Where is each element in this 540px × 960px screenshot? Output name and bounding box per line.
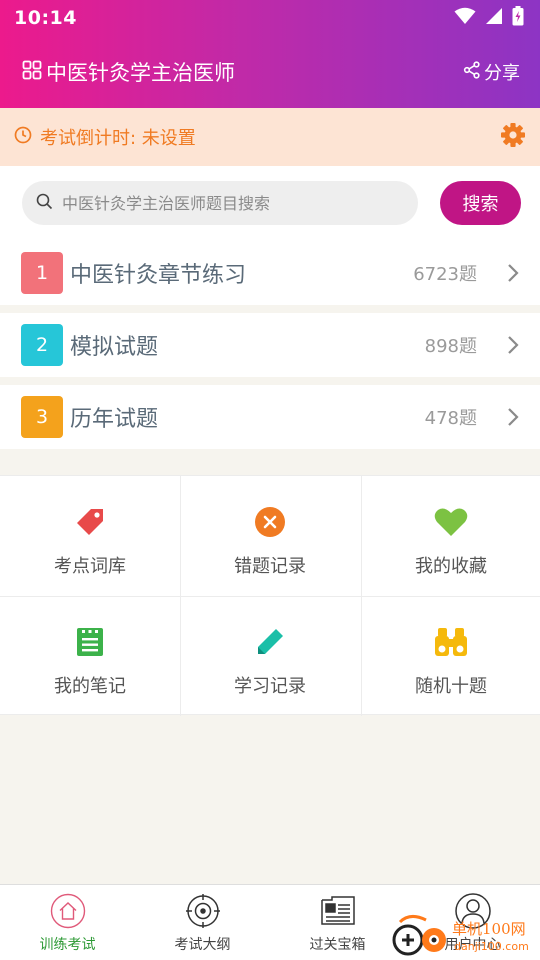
cell-signal-icon bbox=[485, 7, 503, 29]
search-area: 搜索 bbox=[0, 166, 540, 241]
search-icon bbox=[36, 193, 53, 214]
close-circle-icon bbox=[252, 504, 288, 540]
title-row: 中医针灸学主治医师 分享 bbox=[0, 50, 540, 94]
category-name: 中医针灸章节练习 bbox=[70, 263, 247, 288]
grid-item-label: 考点词库 bbox=[54, 556, 126, 577]
category-name: 模拟试题 bbox=[70, 335, 159, 360]
search-input[interactable] bbox=[62, 193, 392, 213]
home-icon bbox=[50, 893, 86, 929]
category-number-badge: 2 bbox=[21, 324, 63, 366]
status-icons bbox=[454, 6, 524, 30]
notebook-icon bbox=[72, 624, 108, 660]
settings-gear-icon[interactable] bbox=[500, 122, 526, 152]
category-count: 6723题 bbox=[413, 264, 477, 285]
category-count: 478题 bbox=[424, 408, 477, 429]
category-item-chapter-practice[interactable]: 1 中医针灸章节练习 6723题 bbox=[0, 241, 540, 305]
watermark-url: danji100.com bbox=[454, 940, 529, 953]
category-count: 898题 bbox=[424, 336, 477, 357]
chevron-right-icon bbox=[506, 406, 520, 428]
share-label: 分享 bbox=[484, 63, 520, 84]
title-switcher[interactable]: 中医针灸学主治医师 bbox=[22, 57, 235, 87]
grid-item-label: 错题记录 bbox=[234, 556, 306, 577]
category-number-badge: 1 bbox=[21, 252, 63, 294]
tab-label: 考试大纲 bbox=[174, 937, 231, 953]
category-name: 历年试题 bbox=[70, 407, 159, 432]
grid-menu-icon[interactable] bbox=[22, 60, 42, 84]
chevron-right-icon bbox=[506, 334, 520, 356]
search-box[interactable] bbox=[22, 181, 418, 225]
share-icon bbox=[463, 60, 481, 84]
grid-item-label: 我的收藏 bbox=[415, 556, 487, 577]
app-header: 10:14 中医针灸学主治医师 分享 bbox=[0, 0, 540, 108]
clock-icon bbox=[14, 126, 32, 149]
share-button[interactable]: 分享 bbox=[463, 59, 520, 85]
tab-pass-treasure[interactable]: 过关宝箱 bbox=[270, 893, 405, 957]
feature-grid: 考点词库 错题记录 我的收藏 我的笔记 学习记录 随机十题 bbox=[0, 475, 540, 716]
heart-icon bbox=[433, 504, 469, 540]
watermark-logo bbox=[390, 914, 452, 960]
tab-label: 过关宝箱 bbox=[309, 937, 366, 953]
grid-item-keypoint-glossary[interactable]: 考点词库 bbox=[0, 476, 180, 596]
page-title: 中医针灸学主治医师 bbox=[46, 61, 235, 85]
search-button[interactable]: 搜索 bbox=[440, 181, 521, 225]
grid-item-label: 随机十题 bbox=[415, 676, 487, 697]
category-item-past-exams[interactable]: 3 历年试题 478题 bbox=[0, 385, 540, 449]
newspaper-icon bbox=[320, 893, 356, 929]
pencil-icon bbox=[252, 624, 288, 660]
category-item-mock-exam[interactable]: 2 模拟试题 898题 bbox=[0, 313, 540, 377]
battery-icon bbox=[512, 6, 524, 30]
grid-item-my-notes[interactable]: 我的笔记 bbox=[0, 596, 180, 716]
chevron-right-icon bbox=[506, 262, 520, 284]
grid-item-label: 我的笔记 bbox=[54, 676, 126, 697]
wifi-icon bbox=[454, 7, 476, 29]
binoculars-icon bbox=[433, 624, 469, 660]
grid-item-random-ten[interactable]: 随机十题 bbox=[361, 596, 540, 716]
tag-icon bbox=[72, 504, 108, 540]
status-time: 10:14 bbox=[14, 7, 77, 29]
exam-countdown-bar[interactable]: 考试倒计时: 未设置 bbox=[0, 108, 540, 166]
category-number-badge: 3 bbox=[21, 396, 63, 438]
tab-exam-syllabus[interactable]: 考试大纲 bbox=[135, 893, 270, 957]
target-icon bbox=[185, 893, 221, 929]
tab-label: 训练考试 bbox=[39, 937, 96, 953]
grid-item-study-records[interactable]: 学习记录 bbox=[180, 596, 360, 716]
grid-item-wrong-answers[interactable]: 错题记录 bbox=[180, 476, 360, 596]
countdown-text: 考试倒计时: 未设置 bbox=[40, 128, 196, 149]
grid-item-label: 学习记录 bbox=[234, 676, 306, 697]
watermark: 单机100网 danji100.com bbox=[390, 912, 540, 960]
tab-training-exam[interactable]: 训练考试 bbox=[0, 893, 135, 957]
watermark-text: 单机100网 bbox=[452, 920, 526, 938]
status-bar: 10:14 bbox=[0, 0, 540, 36]
grid-item-favorites[interactable]: 我的收藏 bbox=[361, 476, 540, 596]
